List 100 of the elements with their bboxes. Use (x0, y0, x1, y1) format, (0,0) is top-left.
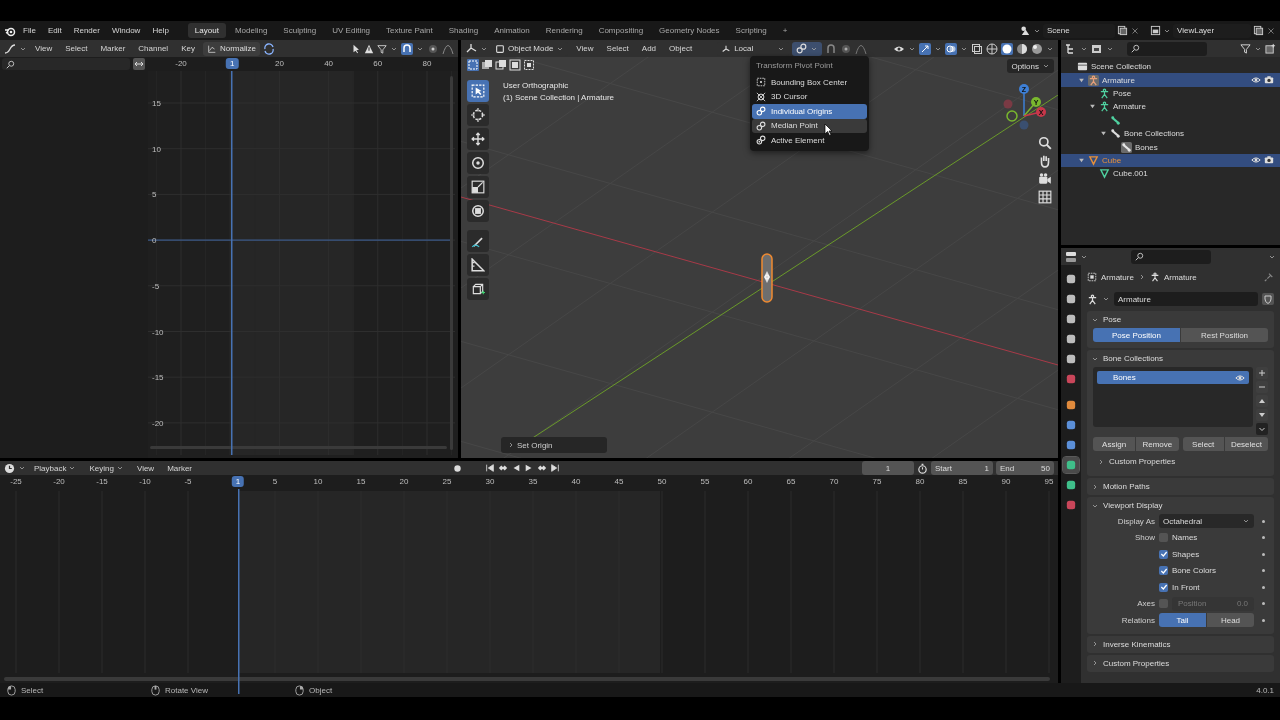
zoom-icon[interactable] (1038, 136, 1052, 150)
workspace-tab[interactable]: Sculpting (276, 23, 324, 38)
menu-item[interactable]: Individual Origins (752, 104, 867, 119)
action-button[interactable]: Remove (1136, 437, 1179, 451)
next-keyframe-icon[interactable] (537, 463, 547, 473)
tool-button[interactable] (467, 176, 489, 198)
curve-icon[interactable] (4, 42, 16, 55)
expanded-arrow-icon[interactable] (1078, 156, 1085, 164)
menu-item[interactable]: Keying (84, 461, 129, 475)
playhead-line[interactable] (231, 71, 234, 455)
menu-item[interactable]: Render (68, 24, 105, 37)
workspace-tab[interactable]: Geometry Nodes (652, 23, 727, 38)
prev-keyframe-icon[interactable] (498, 463, 508, 473)
workspace-tab[interactable]: Scripting (728, 23, 774, 38)
snap-icon[interactable] (401, 42, 413, 55)
menu-item[interactable]: Playback (29, 461, 82, 475)
search-field[interactable] (2, 58, 130, 70)
pivot-dropdown[interactable] (792, 41, 823, 56)
tool-button[interactable] (467, 254, 489, 276)
keyframe-dot[interactable] (1261, 602, 1265, 606)
select-intersect-icon[interactable] (523, 59, 535, 71)
jump-end-icon[interactable] (550, 463, 560, 473)
hand-icon[interactable] (1038, 154, 1052, 168)
eye-icon[interactable] (1251, 75, 1261, 86)
menu-item[interactable]: Select (601, 42, 634, 55)
expanded-arrow-icon[interactable] (1100, 130, 1107, 138)
menu-item[interactable]: View (30, 42, 58, 55)
eye-icon[interactable] (1235, 372, 1245, 383)
display-mode-icon[interactable] (1091, 42, 1103, 55)
new-collection-icon[interactable] (1265, 43, 1276, 54)
panel-header[interactable]: Custom Properties (1087, 654, 1274, 672)
tool-button[interactable] (467, 152, 489, 174)
segment-button[interactable]: Tail (1159, 613, 1206, 628)
outliner-row[interactable]: Bone Collections (1061, 126, 1280, 141)
panel-header[interactable]: Bone Collections (1087, 350, 1274, 367)
outliner-row[interactable]: Pose (1061, 86, 1280, 101)
workspace-tab[interactable]: Animation (487, 23, 537, 38)
shield-icon[interactable] (1262, 293, 1274, 305)
outliner-row[interactable]: Bones (1061, 140, 1280, 154)
filter-icon[interactable] (1240, 43, 1251, 54)
outliner-row[interactable]: Armature (1061, 100, 1280, 114)
expanded-arrow-icon[interactable] (1089, 103, 1096, 111)
armature-drawing[interactable] (760, 253, 774, 303)
end-frame-field[interactable]: End 50 (996, 461, 1054, 475)
outliner-row[interactable]: Scene Collection (1061, 60, 1280, 74)
play-icon[interactable] (524, 463, 534, 473)
view-layer-field[interactable]: ViewLayer (1173, 23, 1251, 38)
xray-icon[interactable] (971, 42, 983, 55)
workspace-tab[interactable]: Compositing (591, 23, 651, 38)
panel-header[interactable]: Viewport Display (1087, 497, 1274, 514)
select-extend-icon[interactable] (481, 59, 493, 71)
panel-header[interactable]: Motion Paths (1087, 478, 1274, 495)
proportional-icon[interactable] (840, 42, 853, 55)
play-reverse-icon[interactable] (511, 463, 521, 473)
keyframe-dot[interactable] (1261, 519, 1265, 523)
segment-button[interactable]: Head (1207, 613, 1254, 628)
last-operator-panel[interactable]: Set Origin (501, 437, 607, 453)
panel-header[interactable]: Pose (1087, 311, 1274, 328)
menu-item[interactable]: View (571, 42, 599, 55)
workspace-tab[interactable]: Modeling (227, 23, 275, 38)
workspace-tab[interactable]: Shading (441, 23, 486, 38)
workspace-tab[interactable]: Rendering (538, 23, 590, 38)
action-button[interactable]: Deselect (1224, 437, 1268, 451)
subpanel-header[interactable]: Custom Properties (1093, 453, 1268, 470)
segment-button[interactable]: Pose Position (1093, 328, 1180, 342)
current-frame-indicator[interactable]: 1 (231, 476, 245, 487)
wireframe-shading-icon[interactable] (986, 42, 998, 55)
workspace-tab[interactable]: Texture Paint (379, 23, 440, 38)
menu-item[interactable]: Select (60, 42, 93, 55)
panel-header[interactable]: Inverse Kinematics (1087, 635, 1274, 653)
expanded-arrow-icon[interactable] (1078, 76, 1085, 84)
select-subtract-icon[interactable] (495, 59, 507, 71)
outliner-row[interactable]: Armature (1061, 73, 1280, 87)
keyframe-dot[interactable] (1261, 585, 1265, 589)
keyframe-dot[interactable] (1261, 569, 1265, 573)
menu-item[interactable]: Marker (162, 461, 198, 475)
workspace-tab[interactable]: Layout (187, 23, 226, 38)
rendered-shading-icon[interactable] (1031, 42, 1043, 55)
refresh-icon[interactable] (262, 42, 275, 55)
layers-icon[interactable] (1150, 25, 1161, 36)
add-workspace-button[interactable]: + (775, 23, 795, 38)
menu-item[interactable]: Key (176, 42, 200, 55)
figure-icon[interactable] (1087, 293, 1098, 305)
camera-icon[interactable] (1264, 75, 1274, 86)
proportional-icon[interactable] (427, 42, 439, 55)
keyframe-dot[interactable] (1261, 618, 1265, 622)
workspace-tab[interactable]: UV Editing (325, 23, 378, 38)
swap-icon[interactable] (132, 58, 146, 70)
record-icon[interactable] (452, 462, 463, 474)
menu-item[interactable]: Active Element (752, 133, 867, 148)
menu-item[interactable]: Help (147, 24, 174, 37)
tool-button[interactable] (467, 230, 489, 252)
normalize-toggle[interactable]: Normalize (202, 41, 260, 56)
action-button[interactable]: Assign (1093, 437, 1136, 451)
menu-item[interactable]: Marker (95, 42, 131, 55)
list-item[interactable]: Bones (1097, 371, 1249, 384)
properties-icon[interactable] (1065, 250, 1077, 263)
outliner-row[interactable]: Cube.001 (1061, 167, 1280, 181)
close-icon[interactable] (1266, 25, 1276, 36)
tool-button[interactable] (467, 104, 489, 126)
